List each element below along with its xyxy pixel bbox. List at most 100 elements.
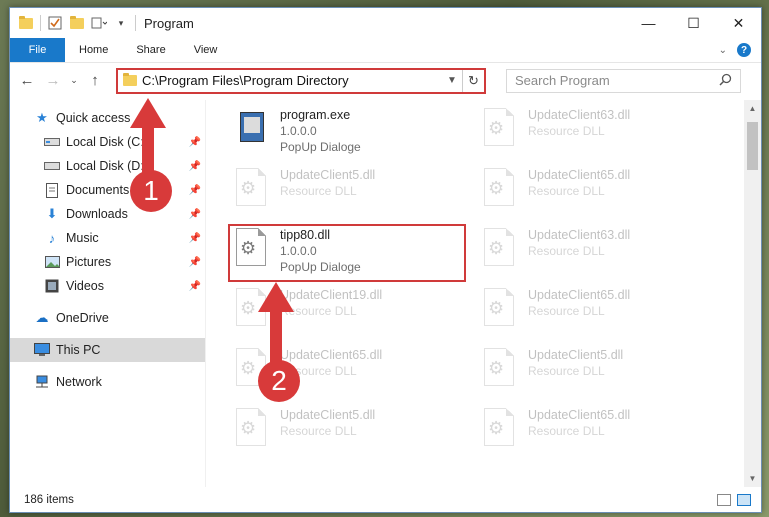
file-item[interactable]: ⚙ UpdateClient65.dll Resource DLL xyxy=(476,404,711,464)
file-list: program.exe 1.0.0.0 PopUp Dialoge ⚙ Upda… xyxy=(206,100,761,487)
file-name: UpdateClient65.dll xyxy=(528,408,631,422)
scroll-down-icon[interactable]: ▼ xyxy=(744,470,761,487)
file-name: UpdateClient65.dll xyxy=(528,168,631,182)
nav-downloads[interactable]: ⬇ Downloads 📌 xyxy=(10,202,205,226)
pin-icon[interactable]: 📌 xyxy=(189,281,201,292)
nav-label: OneDrive xyxy=(56,311,109,325)
item-count: 186 items xyxy=(24,493,74,506)
expand-ribbon-icon[interactable]: ⌄ xyxy=(719,45,727,56)
quick-access-toolbar: ▾ xyxy=(10,15,136,31)
nav-local-disk-d[interactable]: Local Disk (D:) 📌 xyxy=(10,154,205,178)
file-type: Resource DLL xyxy=(280,424,357,438)
dropdown-arrow-icon[interactable]: ▾ xyxy=(113,15,129,31)
file-type: Resource DLL xyxy=(528,184,605,198)
nav-music[interactable]: ♪ Music 📌 xyxy=(10,226,205,250)
help-icon[interactable]: ? xyxy=(737,43,751,57)
nav-quick-access[interactable]: ★ Quick access xyxy=(10,106,205,130)
file-name: UpdateClient5.dll xyxy=(528,348,624,362)
documents-icon xyxy=(44,182,60,198)
pin-icon[interactable]: 📌 xyxy=(189,185,201,196)
computer-icon xyxy=(34,342,50,358)
file-item[interactable]: ⚙ UpdateClient63.dll Resource DLL xyxy=(476,104,711,164)
tab-home[interactable]: Home xyxy=(65,44,122,56)
dll-file-icon: ⚙ xyxy=(234,288,270,332)
pin-icon[interactable]: 📌 xyxy=(189,161,201,172)
search-box[interactable] xyxy=(506,68,741,93)
refresh-icon[interactable]: ↻ xyxy=(462,69,484,92)
file-item[interactable]: ⚙ UpdateClient65.dll Resource DLL xyxy=(476,164,711,224)
divider xyxy=(135,15,136,31)
file-item[interactable]: ⚙ UpdateClient5.dll Resource DLL xyxy=(228,164,463,224)
back-button[interactable]: ← xyxy=(16,70,38,92)
scroll-thumb[interactable] xyxy=(747,122,758,170)
file-type: Resource DLL xyxy=(528,244,605,258)
explorer-window: ▾ Program — ☐ ✕ File Home Share View ⌄ ?… xyxy=(9,7,762,513)
pin-icon[interactable]: 📌 xyxy=(189,137,201,148)
highlight-box xyxy=(228,224,466,282)
step-2-badge: 2 xyxy=(258,360,300,402)
chevron-down-icon[interactable]: ▼ xyxy=(442,75,462,86)
nav-label: This PC xyxy=(56,343,101,357)
file-name: UpdateClient63.dll xyxy=(528,228,631,242)
close-button[interactable]: ✕ xyxy=(716,8,761,38)
nav-videos[interactable]: Videos 📌 xyxy=(10,274,205,298)
vertical-scrollbar[interactable]: ▲ ▼ xyxy=(744,100,761,487)
file-description: PopUp Dialoge xyxy=(280,140,361,154)
new-folder-icon[interactable] xyxy=(69,15,85,31)
dll-file-icon: ⚙ xyxy=(482,348,518,392)
dll-file-icon: ⚙ xyxy=(234,168,270,212)
tab-share[interactable]: Share xyxy=(122,44,179,56)
file-item[interactable]: ⚙ UpdateClient63.dll Resource DLL xyxy=(476,224,711,284)
dll-file-icon: ⚙ xyxy=(482,168,518,212)
nav-onedrive[interactable]: ☁ OneDrive xyxy=(10,306,205,330)
minimize-button[interactable]: — xyxy=(626,8,671,38)
drive-icon xyxy=(44,134,60,150)
nav-label: Music xyxy=(66,231,99,245)
tab-view[interactable]: View xyxy=(180,44,232,56)
title-bar: ▾ Program — ☐ ✕ xyxy=(10,8,761,38)
recent-locations-icon[interactable]: ⌄ xyxy=(68,70,80,92)
pin-icon[interactable]: 📌 xyxy=(189,257,201,268)
search-input[interactable] xyxy=(515,73,719,88)
status-bar: 186 items xyxy=(10,487,761,512)
details-view-icon[interactable] xyxy=(717,493,731,506)
nav-pictures[interactable]: Pictures 📌 xyxy=(10,250,205,274)
folder-icon xyxy=(123,72,137,86)
videos-icon xyxy=(44,278,60,294)
nav-network[interactable]: Network xyxy=(10,370,205,394)
forward-button[interactable]: → xyxy=(42,70,64,92)
nav-label: Documents xyxy=(66,183,130,197)
file-name: UpdateClient63.dll xyxy=(528,108,631,122)
ribbon-tabs: File Home Share View ⌄ ? xyxy=(10,38,761,62)
pictures-icon xyxy=(44,254,60,270)
address-bar[interactable]: C:\Program Files\Program Directory ▼ ↻ xyxy=(116,67,486,94)
file-name: UpdateClient5.dll xyxy=(280,408,376,422)
up-button[interactable]: ↑ xyxy=(84,70,106,92)
customize-toolbar-icon[interactable] xyxy=(91,15,107,31)
file-item[interactable]: ⚙ UpdateClient5.dll Resource DLL xyxy=(476,344,711,404)
cloud-icon: ☁ xyxy=(35,310,49,325)
maximize-button[interactable]: ☐ xyxy=(671,8,716,38)
file-item[interactable]: ⚙ UpdateClient5.dll Resource DLL xyxy=(228,404,463,464)
scroll-up-icon[interactable]: ▲ xyxy=(744,100,761,117)
nav-local-disk-c[interactable]: Local Disk (C:) 📌 xyxy=(10,130,205,154)
nav-label: Local Disk (C:) xyxy=(66,135,148,149)
tab-file[interactable]: File xyxy=(10,38,65,62)
nav-label: Network xyxy=(56,375,102,389)
nav-documents[interactable]: Documents 📌 xyxy=(10,178,205,202)
nav-this-pc[interactable]: This PC xyxy=(10,338,205,362)
pin-icon[interactable]: 📌 xyxy=(189,233,201,244)
download-icon: ⬇ xyxy=(46,206,58,221)
nav-label: Local Disk (D:) xyxy=(66,159,148,173)
star-icon: ★ xyxy=(36,110,48,125)
pin-icon[interactable]: 📌 xyxy=(189,209,201,220)
file-item[interactable]: ⚙ UpdateClient65.dll Resource DLL xyxy=(476,284,711,344)
dll-file-icon: ⚙ xyxy=(482,108,518,152)
large-icons-view-icon[interactable] xyxy=(737,493,751,506)
file-item-program-exe[interactable]: program.exe 1.0.0.0 PopUp Dialoge xyxy=(228,104,463,164)
nav-label: Downloads xyxy=(66,207,128,221)
file-item[interactable]: ⚙ UpdateClient19.dll Resource DLL xyxy=(228,284,463,344)
file-type: Resource DLL xyxy=(528,304,605,318)
search-icon xyxy=(719,73,732,89)
properties-icon[interactable] xyxy=(47,15,63,31)
